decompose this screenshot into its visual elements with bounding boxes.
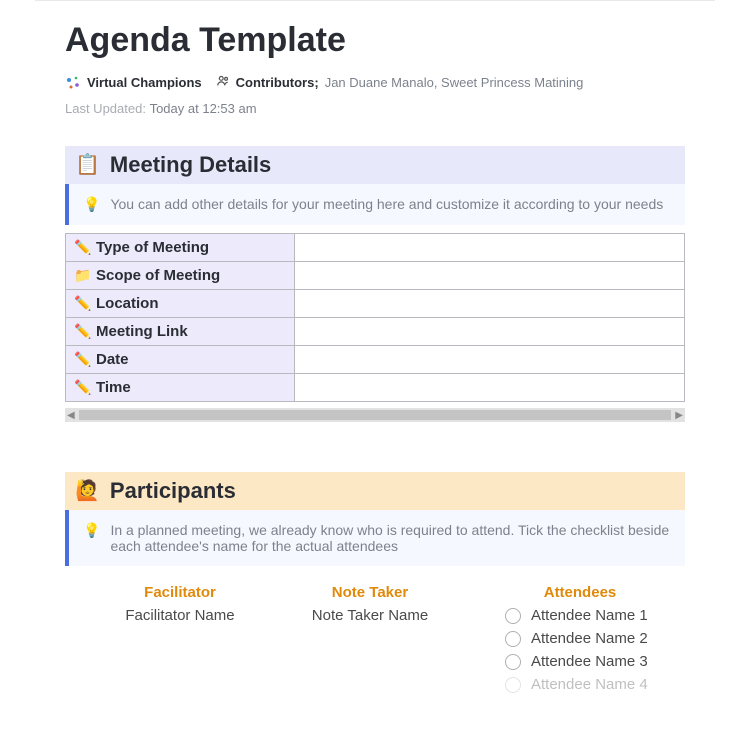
lightbulb-icon: 💡: [83, 196, 100, 213]
meta-row: Virtual Champions Contributors; Jan Duan…: [65, 74, 685, 91]
workspace-chip[interactable]: Virtual Champions: [65, 75, 202, 91]
detail-value-cell[interactable]: [295, 346, 685, 374]
workspace-logo-icon: [65, 75, 81, 91]
detail-label-text: Scope of Meeting: [96, 267, 220, 284]
facilitator-heading: Facilitator: [144, 584, 216, 601]
attendee-checkbox[interactable]: [505, 654, 521, 670]
table-row: ✏️Meeting Link: [66, 318, 685, 346]
facilitator-column: Facilitator Facilitator Name: [95, 584, 265, 699]
callout-participants: 💡 In a planned meeting, we already know …: [65, 510, 685, 566]
notetaker-column: Note Taker Note Taker Name: [285, 584, 455, 699]
detail-value-cell[interactable]: [295, 374, 685, 402]
contributors-chip[interactable]: Contributors; Jan Duane Manalo, Sweet Pr…: [216, 74, 584, 91]
table-row: 📁Scope of Meeting: [66, 262, 685, 290]
attendee-checkbox[interactable]: [505, 608, 521, 624]
scrollbar-track[interactable]: [79, 410, 671, 420]
callout-details-text: You can add other details for your meeti…: [110, 196, 663, 212]
detail-label-text: Location: [96, 295, 159, 312]
attendees-heading: Attendees: [490, 584, 670, 601]
last-updated: Last Updated: Today at 12:53 am: [65, 101, 685, 116]
attendees-column: Attendees Attendee Name 1 Attendee Name 2…: [475, 584, 685, 699]
detail-label-cell: ✏️Time: [66, 374, 295, 402]
attendee-checkbox[interactable]: [505, 677, 521, 693]
detail-value-cell[interactable]: [295, 262, 685, 290]
attendee-name[interactable]: Attendee Name 1: [531, 607, 648, 624]
section-title-details: Meeting Details: [110, 152, 271, 178]
callout-participants-text: In a planned meeting, we already know wh…: [110, 522, 671, 554]
meeting-details-table: ✏️Type of Meeting📁Scope of Meeting✏️Loca…: [65, 233, 685, 402]
lightbulb-icon: 💡: [83, 522, 100, 539]
attendee-row: Attendee Name 3: [505, 653, 648, 670]
attendee-row: Attendee Name 2: [505, 630, 648, 647]
attendee-row: Attendee Name 1: [505, 607, 648, 624]
scroll-right-icon[interactable]: ▶: [675, 410, 683, 421]
last-updated-value: Today at 12:53 am: [150, 101, 257, 116]
memo-icon: 📋: [75, 155, 100, 175]
callout-details: 💡 You can add other details for your mee…: [65, 184, 685, 225]
detail-label-cell: 📁Scope of Meeting: [66, 262, 295, 290]
attendee-name[interactable]: Attendee Name 2: [531, 630, 648, 647]
table-row: ✏️Type of Meeting: [66, 234, 685, 262]
detail-value-cell[interactable]: [295, 318, 685, 346]
attendee-name[interactable]: Attendee Name 4: [531, 676, 648, 693]
contributors-names: Jan Duane Manalo, Sweet Princess Matinin…: [325, 75, 584, 90]
detail-label-text: Date: [96, 351, 129, 368]
table-row: ✏️Date: [66, 346, 685, 374]
page-title: Agenda Template: [65, 21, 685, 60]
people-icon: [216, 74, 230, 91]
section-header-participants: 🙋 Participants: [65, 472, 685, 510]
folder-icon: 📁: [74, 267, 92, 284]
section-header-details: 📋 Meeting Details: [65, 146, 685, 184]
detail-value-cell[interactable]: [295, 234, 685, 262]
workspace-name: Virtual Champions: [87, 75, 202, 90]
attendee-name[interactable]: Attendee Name 3: [531, 653, 648, 670]
table-row: ✏️Location: [66, 290, 685, 318]
notetaker-heading: Note Taker: [332, 584, 408, 601]
facilitator-value[interactable]: Facilitator Name: [125, 607, 234, 624]
last-updated-label: Last Updated:: [65, 101, 146, 116]
detail-label-cell: ✏️Meeting Link: [66, 318, 295, 346]
raising-hand-icon: 🙋: [75, 481, 100, 501]
participants-grid: Facilitator Facilitator Name Note Taker …: [65, 574, 685, 699]
scroll-left-icon[interactable]: ◀: [67, 410, 75, 421]
pencil-icon: ✏️: [74, 351, 92, 368]
detail-label-cell: ✏️Location: [66, 290, 295, 318]
detail-label-cell: ✏️Date: [66, 346, 295, 374]
detail-value-cell[interactable]: [295, 290, 685, 318]
pencil-icon: ✏️: [74, 295, 92, 312]
horizontal-scrollbar[interactable]: ◀ ▶: [65, 408, 685, 422]
document-page: Agenda Template Virtual Champions Contr: [35, 0, 715, 729]
detail-label-text: Type of Meeting: [96, 239, 209, 256]
pencil-icon: ✏️: [74, 379, 92, 396]
section-title-participants: Participants: [110, 478, 236, 504]
attendee-checkbox[interactable]: [505, 631, 521, 647]
pencil-icon: ✏️: [74, 323, 92, 340]
pencil-icon: ✏️: [74, 239, 92, 256]
contributors-label: Contributors;: [236, 75, 319, 90]
table-row: ✏️Time: [66, 374, 685, 402]
detail-label-text: Meeting Link: [96, 323, 188, 340]
notetaker-value[interactable]: Note Taker Name: [312, 607, 428, 624]
attendee-row: Attendee Name 4: [505, 676, 648, 693]
detail-label-text: Time: [96, 379, 131, 396]
detail-label-cell: ✏️Type of Meeting: [66, 234, 295, 262]
